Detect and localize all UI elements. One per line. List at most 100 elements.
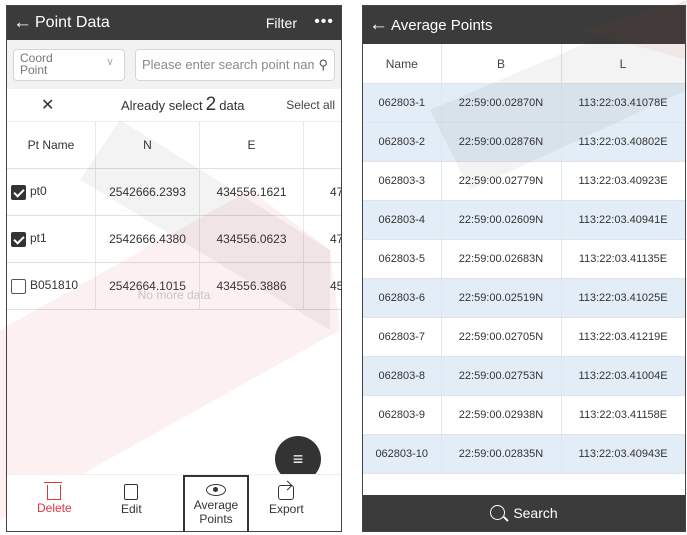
row-extra-cell: 47 <box>303 215 341 263</box>
row-name-cell[interactable]: B051810 <box>7 262 96 310</box>
no-more-data-text: No more data <box>137 288 211 302</box>
table-row[interactable]: B051810 2542664.1015 434556.3886 45 <box>7 262 341 310</box>
trash-icon <box>44 482 63 500</box>
table-row[interactable]: pt1 2542666.4380 434556.0623 47 <box>7 215 341 263</box>
coord-type-label: Coord Point <box>20 50 53 77</box>
row-b-cell: 22:59:00.02779N <box>441 161 562 201</box>
table-row[interactable]: 062803-2 22:59:00.02876N 113:22:03.40802… <box>363 122 685 162</box>
row-name-cell: 062803-8 <box>363 356 442 396</box>
table-header-row: Name B L <box>363 44 685 84</box>
selection-prefix: Already select <box>121 98 203 113</box>
table-row[interactable]: 062803-8 22:59:00.02753N 113:22:03.41004… <box>363 356 685 396</box>
row-l-cell: 113:22:03.41135E <box>561 239 685 279</box>
edit-button[interactable]: Edit <box>121 481 142 516</box>
selection-bar: ✕ Already select 2 data Select all <box>7 89 341 122</box>
delete-label: Delete <box>37 501 72 515</box>
search-input[interactable]: Please enter search point nam ⚲ <box>135 48 335 81</box>
row-extra-cell: 47 <box>303 168 341 216</box>
selection-count: 2 <box>205 94 217 115</box>
row-b-cell: 22:59:00.02683N <box>441 239 562 279</box>
table-row[interactable]: 062803-10 22:59:00.02835N 113:22:03.4094… <box>363 434 685 474</box>
row-l-cell: 113:22:03.40923E <box>561 161 685 201</box>
row-e-cell: 434556.0623 <box>199 215 304 263</box>
search-icon[interactable]: ⚲ <box>318 57 328 73</box>
selection-status: Already select 2 data <box>121 94 245 116</box>
row-name-cell[interactable]: pt1 <box>7 215 96 263</box>
row-b-cell: 22:59:00.02519N <box>441 278 562 318</box>
table-row[interactable]: 062803-3 22:59:00.02779N 113:22:03.40923… <box>363 161 685 201</box>
table-row[interactable]: 062803-5 22:59:00.02683N 113:22:03.41135… <box>363 239 685 279</box>
column-header-b: B <box>441 44 562 84</box>
selection-suffix: data <box>219 98 245 113</box>
row-name-cell: 062803-3 <box>363 161 442 201</box>
row-e-cell: 434556.1621 <box>199 168 304 216</box>
average-points-table: Name B L 062803-1 22:59:00.02870N 113:22… <box>363 44 685 474</box>
table-row[interactable]: 062803-4 22:59:00.02609N 113:22:03.40941… <box>363 200 685 240</box>
checkbox-checked[interactable] <box>11 184 26 200</box>
back-arrow-icon[interactable]: ← <box>13 12 33 34</box>
row-name-cell: 062803-4 <box>363 200 442 240</box>
column-header-pt-name[interactable]: Pt Name <box>7 122 96 169</box>
row-name-cell[interactable]: pt0 <box>7 168 96 216</box>
eye-icon <box>206 484 226 496</box>
row-b-cell: 22:59:00.02938N <box>441 395 562 435</box>
row-b-cell: 22:59:00.02835N <box>441 434 562 474</box>
table-row[interactable]: pt0 2542666.2393 434556.1621 47 <box>7 168 341 216</box>
close-selection-icon[interactable]: ✕ <box>41 95 54 115</box>
export-label: Export <box>269 502 304 516</box>
point-data-header: ← Point Data Filter ••• <box>7 6 341 40</box>
row-name-cell: 062803-7 <box>363 317 442 357</box>
table-header-row: Pt Name N E <box>7 122 341 169</box>
row-extra-cell: 45 <box>303 262 341 310</box>
row-e-cell: 434556.3886 <box>199 262 304 310</box>
row-name-cell: 062803-9 <box>363 395 442 435</box>
checkbox-checked[interactable] <box>11 231 26 247</box>
delete-button[interactable]: Delete <box>37 481 72 515</box>
row-name-cell: 062803-6 <box>363 278 442 318</box>
edit-icon <box>124 484 139 500</box>
row-b-cell: 22:59:00.02609N <box>441 200 562 240</box>
column-header-extra <box>303 122 341 169</box>
row-b-cell: 22:59:00.02876N <box>441 122 562 162</box>
export-icon <box>278 485 295 500</box>
row-l-cell: 113:22:03.40943E <box>561 434 685 474</box>
page-title: Average Points <box>391 16 493 34</box>
search-bar: Coord Point ∨ Please enter search point … <box>7 40 341 89</box>
search-icon <box>490 505 506 521</box>
more-menu-icon[interactable]: ••• <box>314 13 334 31</box>
coord-type-select[interactable]: Coord Point ∨ <box>13 48 125 81</box>
row-l-cell: 113:22:03.41219E <box>561 317 685 357</box>
table-row[interactable]: 062803-9 22:59:00.02938N 113:22:03.41158… <box>363 395 685 435</box>
page-title: Point Data <box>35 14 110 31</box>
search-label: Search <box>513 505 558 521</box>
filter-button[interactable]: Filter <box>266 15 297 31</box>
row-n-cell: 2542666.2393 <box>95 168 200 216</box>
point-table: Pt Name N E pt0 2542666.2393 434556.1621… <box>7 122 341 310</box>
row-l-cell: 113:22:03.41158E <box>561 395 685 435</box>
edit-label: Edit <box>121 502 142 516</box>
back-arrow-icon[interactable]: ← <box>369 14 389 36</box>
average-points-screen: ← Average Points Name B L 062803-1 22:59… <box>362 5 686 532</box>
row-name-cell: 062803-5 <box>363 239 442 279</box>
table-row[interactable]: 062803-1 22:59:00.02870N 113:22:03.41078… <box>363 83 685 123</box>
column-header-name: Name <box>363 44 442 84</box>
point-data-screen: ← Point Data Filter ••• Coord Point ∨ Pl… <box>6 5 342 532</box>
column-header-e[interactable]: E <box>199 122 304 169</box>
bottom-toolbar: Delete Edit Average Points Export <box>7 474 341 531</box>
row-n-cell: 2542666.4380 <box>95 215 200 263</box>
row-l-cell: 113:22:03.41025E <box>561 278 685 318</box>
row-l-cell: 113:22:03.40941E <box>561 200 685 240</box>
search-placeholder: Please enter search point nam <box>142 57 315 72</box>
table-row[interactable]: 062803-6 22:59:00.02519N 113:22:03.41025… <box>363 278 685 318</box>
search-button[interactable]: Search <box>363 495 685 531</box>
row-l-cell: 113:22:03.41004E <box>561 356 685 396</box>
point-name: pt0 <box>30 184 47 199</box>
column-header-n[interactable]: N <box>95 122 200 169</box>
row-b-cell: 22:59:00.02753N <box>441 356 562 396</box>
select-all-button[interactable]: Select all <box>286 98 335 112</box>
row-name-cell: 062803-2 <box>363 122 442 162</box>
table-row[interactable]: 062803-7 22:59:00.02705N 113:22:03.41219… <box>363 317 685 357</box>
average-points-label: Average Points <box>193 498 239 526</box>
export-button[interactable]: Export <box>269 481 304 516</box>
average-points-button[interactable]: Average Points <box>183 475 249 531</box>
